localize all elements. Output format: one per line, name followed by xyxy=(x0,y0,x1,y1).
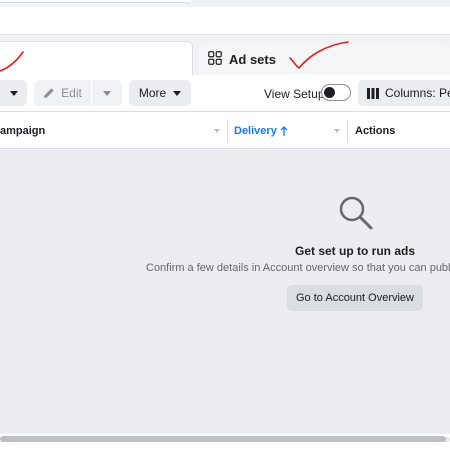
scrollbar-thumb[interactable] xyxy=(0,436,446,442)
chevron-down-icon xyxy=(103,90,111,96)
toggle-knob xyxy=(324,87,335,98)
toolbar: Edit More View Setup Columns: Perf xyxy=(0,75,450,112)
edit-label: Edit xyxy=(61,86,82,100)
columns-icon xyxy=(367,87,379,99)
tab-row: Ad sets xyxy=(0,41,450,75)
horizontal-scrollbar[interactable] xyxy=(0,434,450,450)
header-delivery-label: Delivery xyxy=(234,124,277,137)
more-label: More xyxy=(138,86,167,100)
search-bar[interactable] xyxy=(0,7,450,35)
chevron-down-icon xyxy=(9,90,18,96)
edit-button[interactable]: Edit xyxy=(34,80,91,106)
grid-icon xyxy=(208,51,222,68)
header-campaign[interactable]: ampaign xyxy=(0,112,227,149)
header-actions-label: Actions xyxy=(355,124,396,137)
more-button[interactable]: More xyxy=(129,80,191,106)
columns-button[interactable]: Columns: Perf xyxy=(358,80,450,106)
top-strip xyxy=(0,0,450,7)
magnifier-icon xyxy=(337,194,375,235)
empty-state: Get set up to run ads Confirm a few deta… xyxy=(0,149,450,434)
header-actions[interactable]: Actions xyxy=(355,112,450,149)
create-dropdown-button[interactable] xyxy=(0,80,27,106)
column-divider xyxy=(227,120,228,142)
top-notch xyxy=(0,0,190,3)
sort-caret-icon xyxy=(334,129,340,133)
header-campaign-label: ampaign xyxy=(0,124,46,137)
tab-adsets-label: Ad sets xyxy=(229,52,276,67)
tab-campaigns[interactable] xyxy=(0,41,193,75)
pencil-icon xyxy=(43,87,55,99)
columns-label: Columns: Perf xyxy=(385,86,450,100)
header-delivery[interactable]: Delivery xyxy=(234,112,347,149)
sort-caret-icon xyxy=(214,129,220,133)
column-divider xyxy=(347,120,348,142)
empty-state-description: Confirm a few details in Account overvie… xyxy=(146,262,450,274)
tab-adsets[interactable]: Ad sets xyxy=(199,44,450,75)
view-setup-label: View Setup xyxy=(264,87,325,101)
edit-dropdown-button[interactable] xyxy=(92,80,122,106)
view-setup-toggle[interactable] xyxy=(321,84,351,101)
empty-state-title: Get set up to run ads xyxy=(294,244,415,258)
arrow-up-icon xyxy=(280,125,288,136)
table-header: ampaign Delivery Actions xyxy=(0,112,450,149)
go-to-account-overview-button[interactable]: Go to Account Overview xyxy=(287,285,423,311)
chevron-down-icon xyxy=(173,90,182,96)
